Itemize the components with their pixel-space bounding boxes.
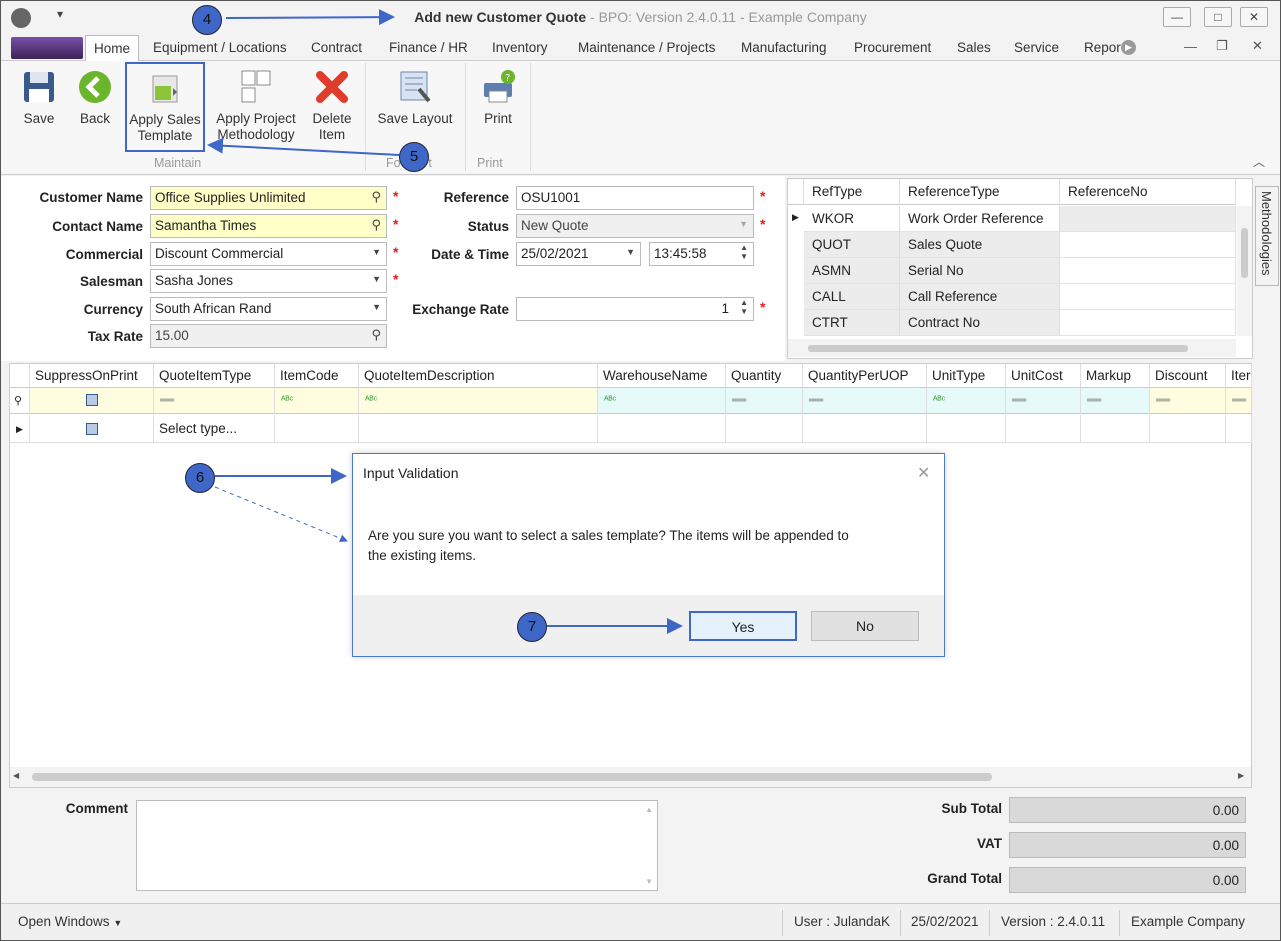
app-window: ▾ Add new Customer Quote - BPO: Version … [0, 0, 1281, 941]
annotation-arrow-5 [207, 137, 400, 156]
annotation-arrow-4 [225, 9, 395, 26]
annotation-marker-5: 5 [399, 142, 429, 172]
annotation-marker-7: 7 [517, 612, 547, 642]
annotation-arrow-6-dashed [214, 486, 348, 543]
annotation-marker-4: 4 [192, 5, 222, 35]
annotation-marker-6: 6 [185, 463, 215, 493]
